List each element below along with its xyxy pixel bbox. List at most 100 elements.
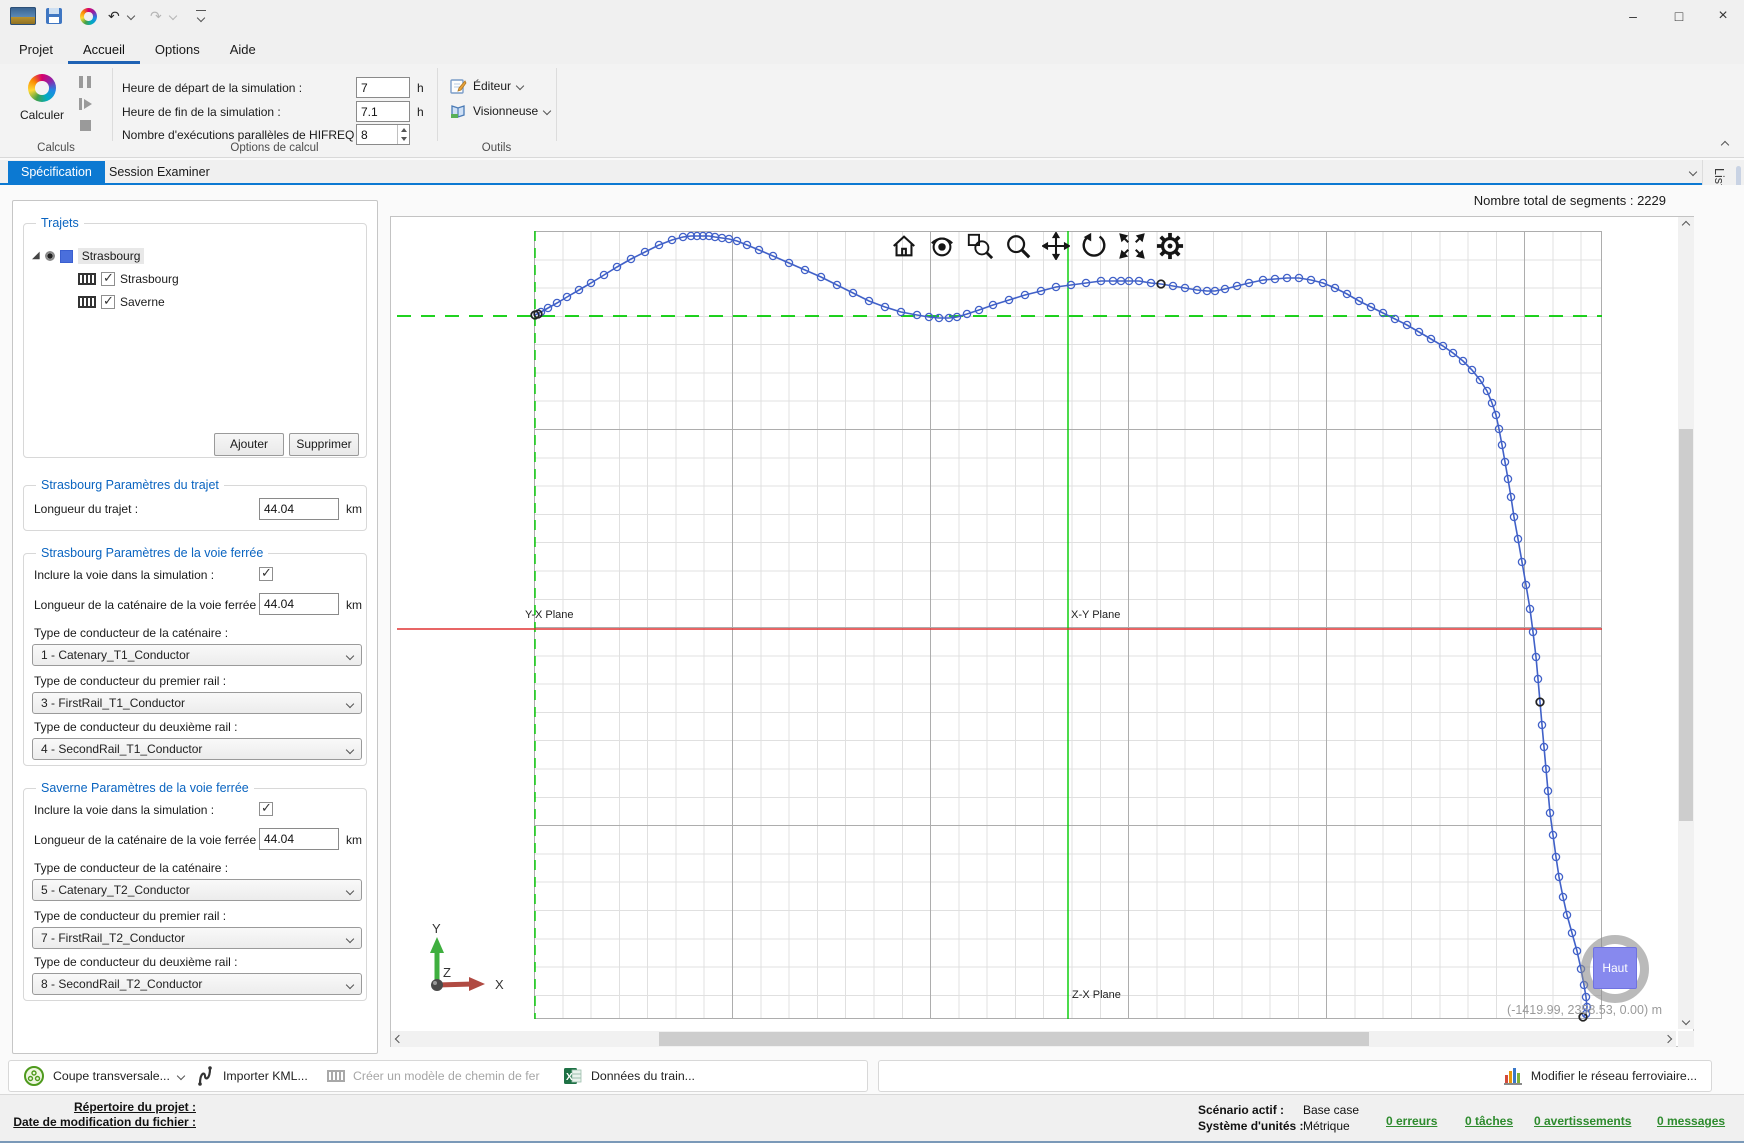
- plane-label-xy: X-Y Plane: [1071, 609, 1120, 621]
- track-checkbox[interactable]: ✓: [101, 295, 115, 309]
- maximize-button[interactable]: □: [1656, 0, 1702, 32]
- step-icon[interactable]: [79, 98, 91, 110]
- spinner-down-icon[interactable]: [401, 137, 407, 141]
- settings-icon[interactable]: [1155, 231, 1185, 261]
- tree-row-track[interactable]: ✓ Saverne: [78, 292, 165, 312]
- save-icon[interactable]: [46, 8, 62, 24]
- scroll-right-icon[interactable]: [1664, 1035, 1672, 1043]
- track1-catenary-type-select[interactable]: 1 - Catenary_T1_Conductor: [32, 644, 362, 666]
- scroll-left-icon[interactable]: [395, 1035, 403, 1043]
- tree-row-track[interactable]: ✓ Strasbourg: [78, 269, 179, 289]
- messages-link[interactable]: 0 messages: [1657, 1114, 1725, 1128]
- redo-chevron-icon[interactable]: [169, 12, 177, 20]
- editor-button[interactable]: Éditeur: [450, 76, 523, 96]
- view-top-button[interactable]: Haut: [1593, 947, 1637, 989]
- units-value: Métrique: [1303, 1119, 1350, 1133]
- eye-icon[interactable]: [927, 231, 957, 261]
- minimize-button[interactable]: –: [1610, 0, 1656, 32]
- bottom-toolbar-right-box: Modifier le réseau ferroviaire...: [878, 1060, 1712, 1092]
- track2-catenary-length-unit: km: [346, 833, 362, 847]
- project-dir-label: Répertoire du projet :: [8, 1100, 196, 1115]
- errors-link[interactable]: 0 erreurs: [1386, 1114, 1437, 1128]
- zoom-icon[interactable]: [1003, 231, 1033, 261]
- track2-catenary-type-select[interactable]: 5 - Catenary_T2_Conductor: [32, 879, 362, 901]
- track1-catenary-type-label: Type de conducteur de la caténaire :: [34, 626, 228, 640]
- stop-icon[interactable]: [80, 120, 91, 131]
- cross-section-chevron-icon[interactable]: [177, 1072, 185, 1080]
- svg-text:X: X: [566, 1072, 573, 1083]
- track1-rail1-type-select[interactable]: 3 - FirstRail_T1_Conductor: [32, 692, 362, 714]
- fit-icon[interactable]: [1117, 231, 1147, 261]
- plane-label-yx: Y-X Plane: [525, 609, 574, 621]
- tab-accueil[interactable]: Accueil: [68, 36, 140, 64]
- ribbon: Calculer Heure de départ de la simulatio…: [0, 64, 1744, 158]
- rotate-icon[interactable]: [1079, 231, 1109, 261]
- zoom-region-icon[interactable]: [965, 231, 995, 261]
- edit-rail-network-button[interactable]: Modifier le réseau ferroviaire...: [1503, 1061, 1697, 1091]
- collapse-ribbon-icon[interactable]: [1721, 141, 1729, 149]
- plot-area[interactable]: Y-X Plane X-Y Plane Z-X Plane Y X Z Haut: [391, 217, 1676, 1029]
- undo-icon[interactable]: ↶: [108, 9, 120, 23]
- spinner-up-icon[interactable]: [401, 128, 407, 132]
- tree-track-label[interactable]: Strasbourg: [120, 272, 179, 286]
- track2-catenary-length-input[interactable]: [259, 828, 339, 850]
- scroll-up-icon[interactable]: [1682, 221, 1690, 229]
- pause-icon[interactable]: [79, 76, 91, 88]
- track1-include-checkbox[interactable]: ✓: [259, 567, 273, 581]
- redo-icon[interactable]: ↷: [150, 9, 162, 23]
- viewer-chevron-icon: [543, 107, 551, 115]
- customize-toolbar-icon[interactable]: [196, 10, 206, 11]
- home-icon[interactable]: [889, 231, 919, 261]
- pan-icon[interactable]: [1041, 231, 1071, 261]
- plot-horizontal-scrollbar[interactable]: [391, 1031, 1676, 1047]
- warnings-link[interactable]: 0 avertissements: [1534, 1114, 1631, 1128]
- editor-icon: [450, 78, 467, 95]
- tab-specification[interactable]: Spécification: [8, 161, 105, 183]
- track1-rail2-type-select[interactable]: 4 - SecondRail_T1_Conductor: [32, 738, 362, 760]
- cross-section-button[interactable]: Coupe transversale...: [23, 1061, 184, 1091]
- calculate-button[interactable]: Calculer: [12, 72, 72, 138]
- titlebar: ↶ ↷ – □ ×: [0, 0, 1744, 32]
- expander-icon[interactable]: ◢: [32, 251, 40, 261]
- track2-catenary-length-label: Longueur de la caténaire de la voie ferr…: [34, 833, 263, 847]
- group-label-calculs: Calculs: [0, 142, 112, 154]
- track2-rail2-type-select[interactable]: 8 - SecondRail_T2_Conductor: [32, 973, 362, 995]
- check-icon: ✓: [261, 565, 272, 581]
- horizontal-scroll-thumb[interactable]: [659, 1032, 1369, 1046]
- add-button[interactable]: Ajouter: [214, 433, 284, 456]
- sim-start-input[interactable]: [356, 77, 410, 98]
- vertical-scroll-thumb[interactable]: [1679, 429, 1693, 821]
- close-button[interactable]: ×: [1702, 0, 1744, 32]
- track-checkbox[interactable]: ✓: [101, 272, 115, 286]
- file-date-label: Date de modification du fichier :: [8, 1115, 196, 1130]
- track2-include-checkbox[interactable]: ✓: [259, 802, 273, 816]
- scroll-down-icon[interactable]: [1682, 1017, 1690, 1025]
- customize-toolbar-chevron-icon[interactable]: [197, 14, 205, 22]
- remove-button[interactable]: Supprimer: [289, 433, 359, 456]
- tab-options[interactable]: Options: [140, 36, 215, 64]
- select-chevron-icon: [346, 935, 354, 943]
- tab-session-examiner[interactable]: Session Examiner: [96, 161, 223, 183]
- scroll-corner: [1678, 1031, 1694, 1047]
- statusbar: Répertoire du projet : Date de modificat…: [0, 1094, 1744, 1143]
- check-icon: ✓: [103, 293, 114, 309]
- tree-track-label[interactable]: Saverne: [120, 295, 165, 309]
- calculate-quick-icon[interactable]: [80, 8, 97, 25]
- route-color-swatch[interactable]: [60, 250, 73, 263]
- track1-catenary-length-unit: km: [346, 598, 362, 612]
- trajet-length-input[interactable]: [259, 498, 339, 520]
- track2-rail1-type-select[interactable]: 7 - FirstRail_T2_Conductor: [32, 927, 362, 949]
- tree-row-root[interactable]: ◢ Strasbourg: [32, 246, 144, 266]
- tree-root-label[interactable]: Strasbourg: [78, 248, 145, 264]
- import-kml-button[interactable]: Importer KML...: [197, 1061, 308, 1091]
- tasks-link[interactable]: 0 tâches: [1465, 1114, 1513, 1128]
- sim-end-input[interactable]: [356, 101, 410, 122]
- visibility-dot-icon[interactable]: [45, 251, 55, 261]
- undo-chevron-icon[interactable]: [127, 12, 135, 20]
- tab-aide[interactable]: Aide: [215, 36, 271, 64]
- train-data-button[interactable]: X Données du train...: [563, 1061, 695, 1091]
- track1-catenary-length-input[interactable]: [259, 593, 339, 615]
- viewer-button[interactable]: Visionneuse: [450, 101, 550, 121]
- cross-section-icon: [23, 1065, 45, 1087]
- tab-projet[interactable]: Projet: [4, 36, 68, 64]
